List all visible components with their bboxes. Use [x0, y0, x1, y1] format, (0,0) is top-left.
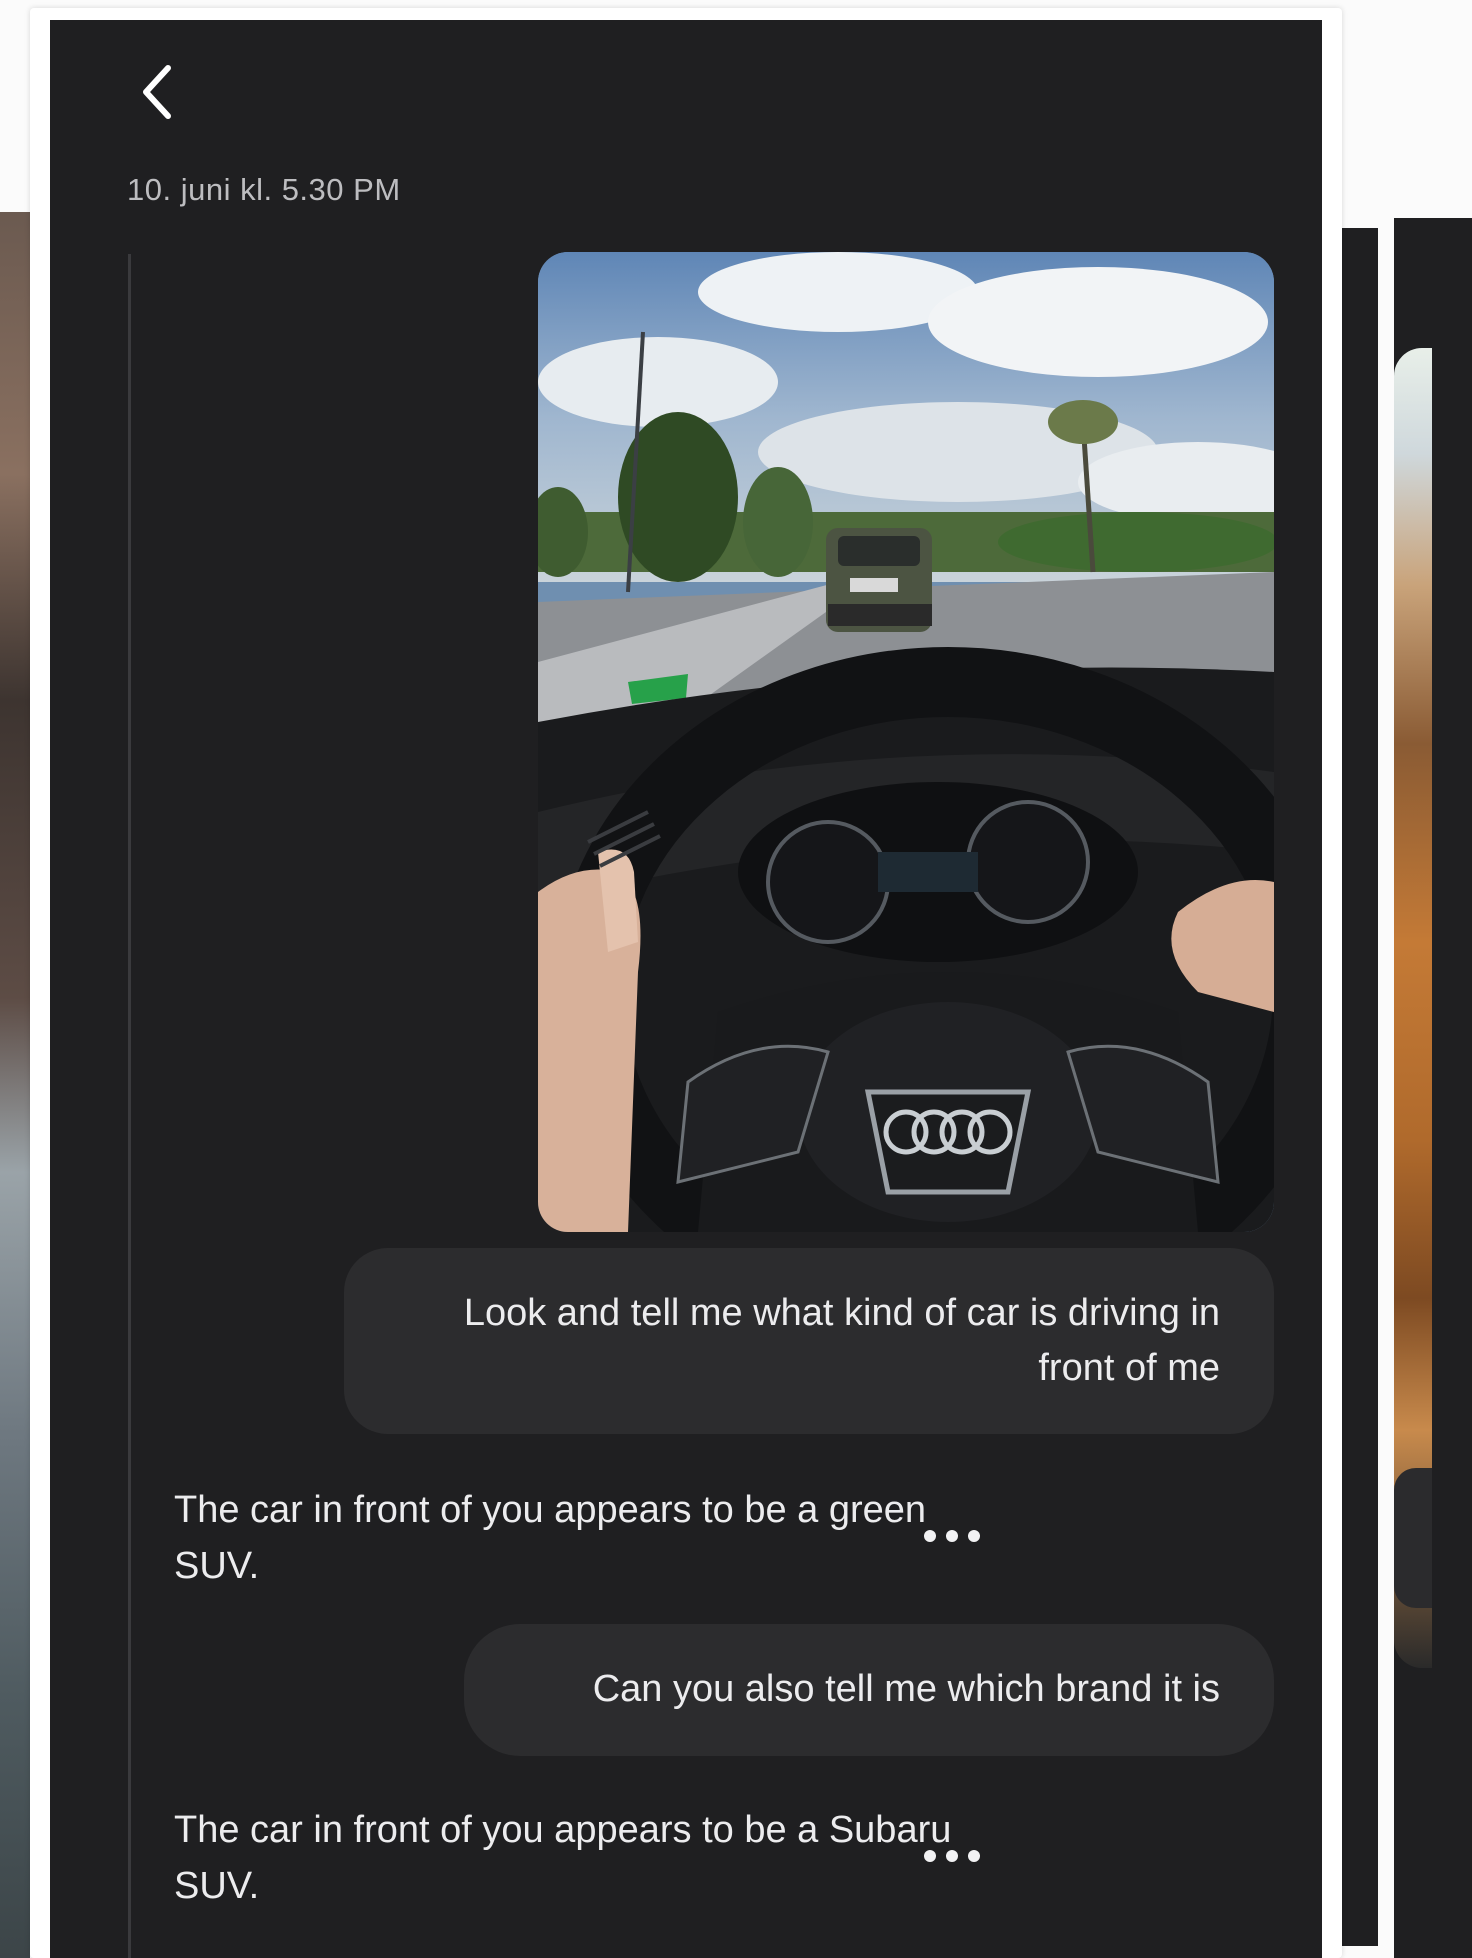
more-options-button[interactable] — [916, 1842, 988, 1870]
message-timestamp: 10. juni kl. 5.30 PM — [127, 172, 401, 207]
phone-frame: 10. juni kl. 5.30 PM Look and tell me wh… — [30, 8, 1342, 1958]
chevron-left-icon — [143, 65, 171, 119]
user-message-bubble[interactable]: Look and tell me what kind of car is dri… — [344, 1248, 1274, 1434]
thread-line — [128, 254, 131, 1958]
more-dots-icon — [968, 1530, 980, 1542]
more-dots-icon — [924, 1530, 936, 1542]
assistant-message: The car in front of you appears to be a … — [174, 1809, 952, 1907]
background-card-left — [0, 212, 30, 1958]
more-dots-icon — [946, 1850, 958, 1862]
attached-photo[interactable] — [538, 252, 1274, 1232]
more-dots-icon — [946, 1530, 958, 1542]
background-card-right — [1394, 218, 1472, 1958]
back-button[interactable] — [122, 56, 194, 128]
assistant-message: The car in front of you appears to be a … — [174, 1489, 927, 1587]
background-card-bubble — [1394, 1468, 1432, 1608]
more-dots-icon — [968, 1850, 980, 1862]
chat-screen: 10. juni kl. 5.30 PM Look and tell me wh… — [50, 20, 1322, 1958]
more-dots-icon — [924, 1850, 936, 1862]
car-interior-photo-image — [538, 252, 1274, 1232]
more-options-button[interactable] — [916, 1522, 988, 1550]
screenshot-canvas: 10. juni kl. 5.30 PM Look and tell me wh… — [0, 0, 1472, 1958]
user-message-bubble[interactable]: Can you also tell me which brand it is — [464, 1624, 1274, 1756]
